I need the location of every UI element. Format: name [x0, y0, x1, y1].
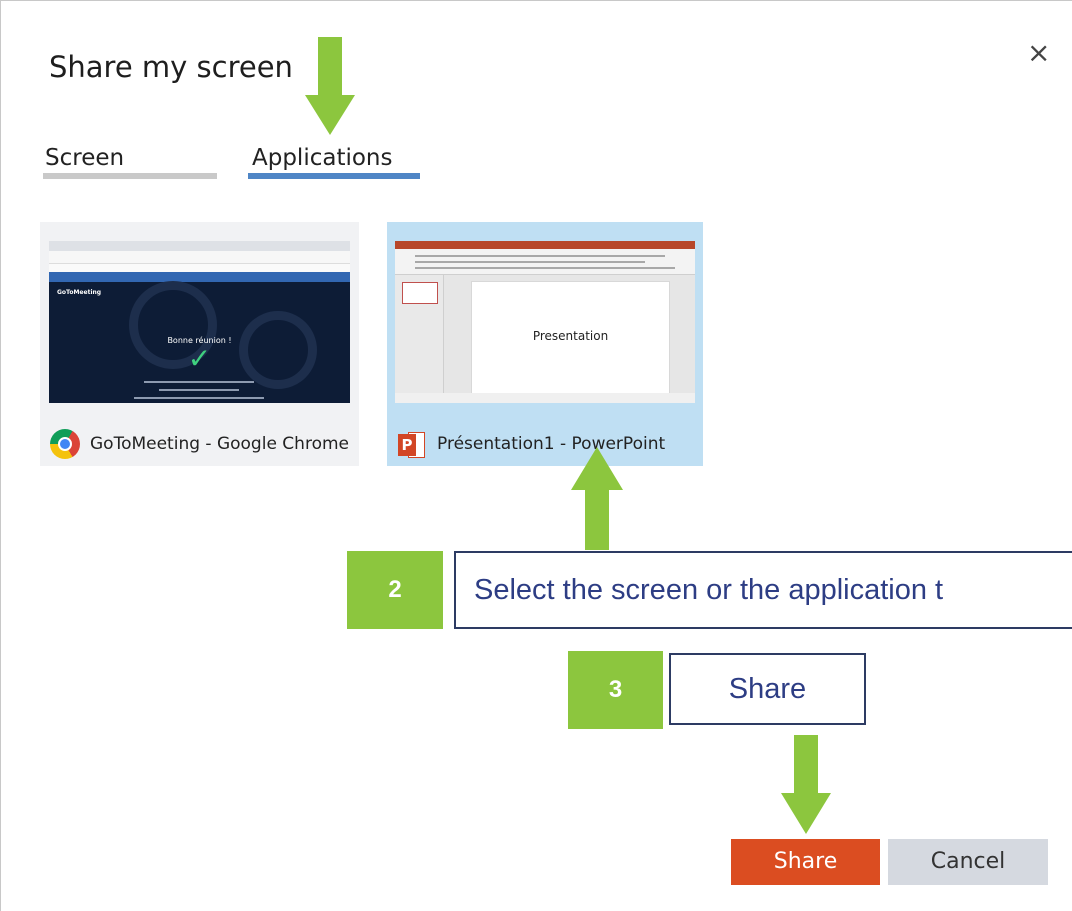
arrow-down-icon [781, 735, 831, 834]
browser-address-bar [49, 251, 350, 264]
tab-applications[interactable]: Applications [252, 145, 393, 171]
powerpoint-ribbon [395, 249, 695, 275]
application-label: GoToMeeting - Google Chrome [90, 434, 349, 454]
step-instruction: Share [669, 653, 866, 725]
gotomeeting-logo: GoToMeeting [57, 289, 102, 296]
chrome-window-thumbnail: GoToMeeting Bonne réunion ! ✓ [49, 241, 350, 403]
slide-title-text: Presentation [532, 329, 609, 343]
powerpoint-icon-letter: P [398, 434, 416, 456]
slide-thumbnails-pane [395, 275, 444, 393]
dialog-title: Share my screen [49, 50, 293, 84]
step-badge: 2 [347, 551, 443, 629]
ribbon-line [415, 267, 675, 269]
browser-bookmarks-bar [49, 264, 350, 272]
powerpoint-status-bar [395, 393, 695, 403]
application-card-chrome[interactable]: GoToMeeting Bonne réunion ! ✓ GoToMeetin… [40, 222, 359, 466]
slide-mini-thumbnail [402, 282, 438, 304]
browser-info-banner [49, 272, 350, 282]
arrow-up-icon [571, 447, 623, 550]
tab-screen-underline [43, 173, 217, 179]
share-screen-dialog: Share my screen × Screen Applications Go… [0, 0, 1072, 911]
slide-canvas: Presentation [471, 281, 670, 394]
thumbnail-text-line [159, 389, 239, 391]
ribbon-line [415, 261, 645, 263]
tab-screen[interactable]: Screen [45, 145, 124, 171]
ribbon-line [415, 255, 665, 257]
thumbnail-text-line [134, 397, 264, 399]
browser-tabs-strip [49, 241, 350, 251]
share-button[interactable]: Share [731, 839, 880, 885]
checkmark-icon: ✓ [187, 342, 212, 375]
step-instruction: Select the screen or the application t [454, 551, 1072, 629]
powerpoint-window-thumbnail: Presentation [395, 241, 695, 403]
application-label: Présentation1 - PowerPoint [437, 434, 666, 454]
cancel-button[interactable]: Cancel [888, 839, 1048, 885]
close-icon[interactable]: × [1027, 36, 1050, 69]
thumbnail-text-line [144, 381, 254, 383]
powerpoint-title-bar [395, 241, 695, 249]
tab-applications-underline [248, 173, 420, 179]
chrome-icon [50, 429, 80, 459]
powerpoint-icon: P [398, 432, 426, 458]
application-card-powerpoint[interactable]: Presentation P Présentation1 - PowerPoin… [387, 222, 703, 466]
arrow-down-icon [305, 37, 355, 135]
step-badge: 3 [568, 651, 663, 729]
